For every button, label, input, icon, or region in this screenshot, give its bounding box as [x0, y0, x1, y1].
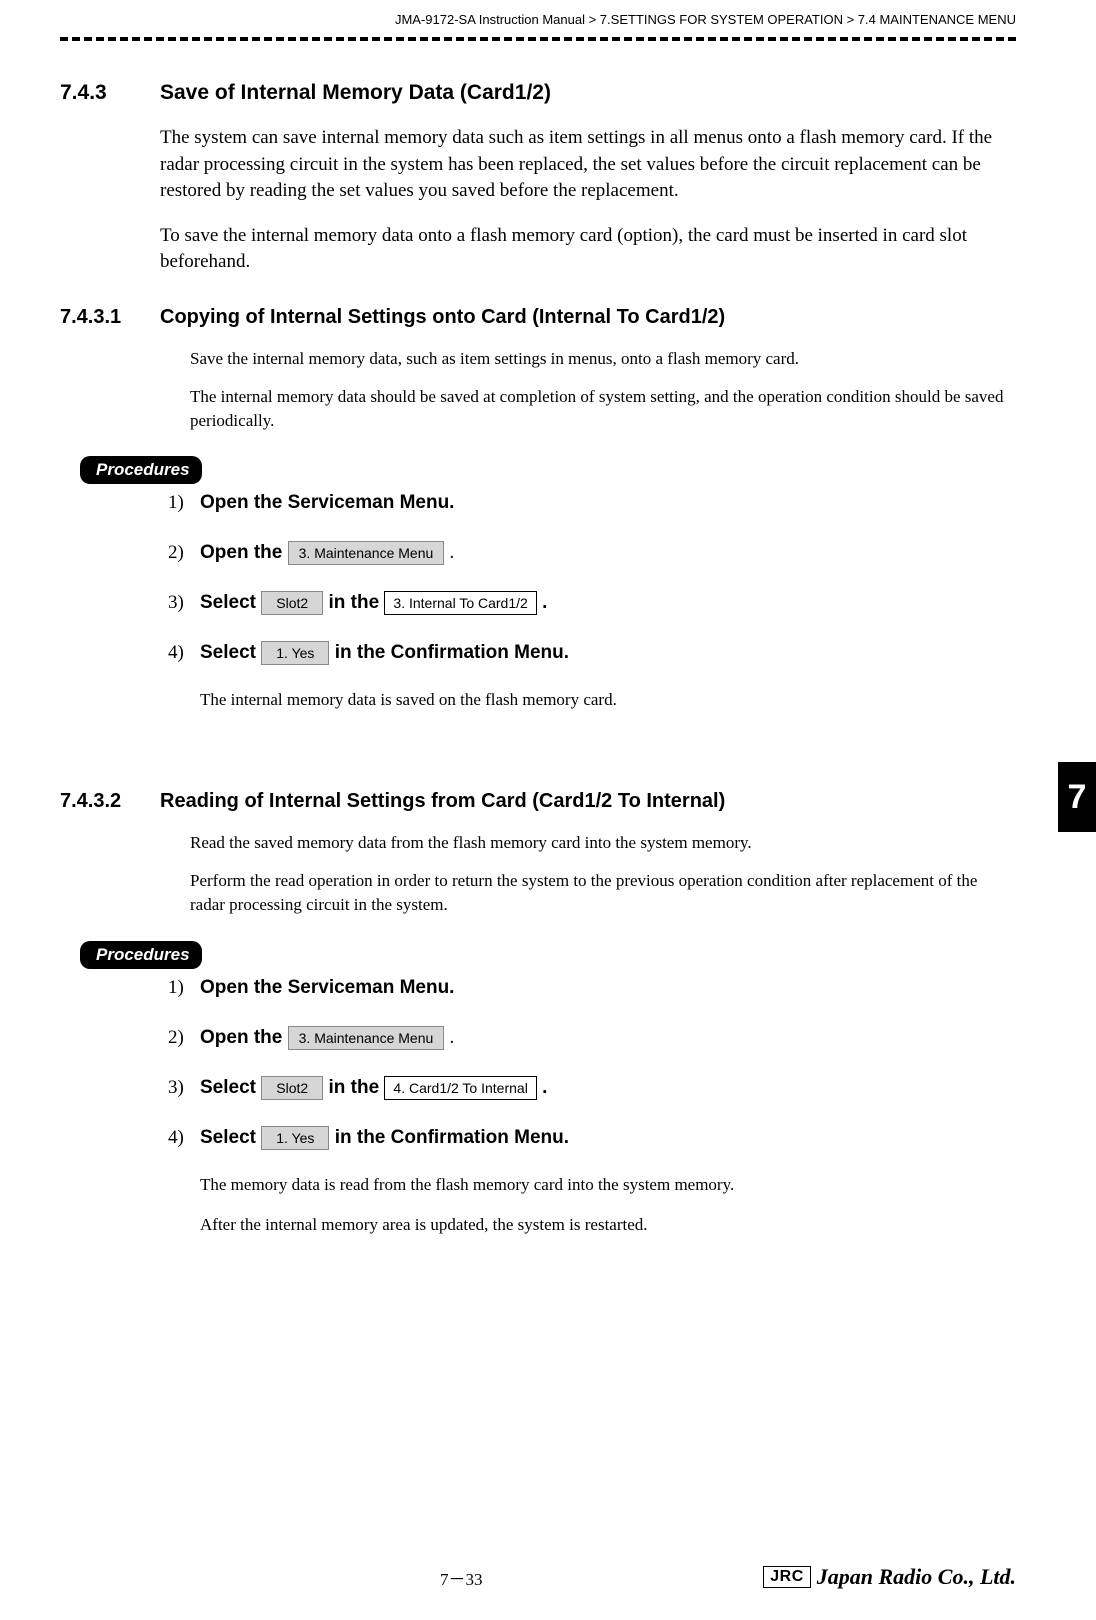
step-text: Open the Serviceman Menu. — [200, 975, 454, 1001]
step-text: in the — [328, 592, 384, 613]
step-text: Select — [200, 1127, 261, 1148]
menu-item-yes: 1. Yes — [261, 1126, 329, 1150]
menu-item-card-to-internal: 4. Card1/2 To Internal — [384, 1076, 536, 1100]
paragraph: Read the saved memory data from the flas… — [190, 831, 1016, 855]
paragraph: To save the internal memory data onto a … — [160, 223, 1016, 276]
page-number: 7－33 — [440, 1565, 483, 1590]
step-number: 1) — [168, 490, 200, 516]
step-text: . — [450, 1027, 455, 1048]
step-text: in the Confirmation Menu. — [335, 1127, 569, 1148]
jrc-script-logo: Japan Radio Co., Ltd. — [817, 1564, 1016, 1590]
step-text: Open the — [200, 1027, 288, 1048]
step-text: . — [450, 542, 455, 563]
paragraph: Save the internal memory data, such as i… — [190, 347, 1016, 371]
menu-item-maintenance: 3. Maintenance Menu — [288, 541, 445, 565]
step-number: 2) — [168, 1025, 200, 1051]
jrc-box-logo: JRC — [763, 1566, 811, 1588]
breadcrumb: JMA-9172-SA Instruction Manual > 7.SETTI… — [60, 0, 1016, 33]
step-number: 4) — [168, 640, 200, 666]
step-text: in the Confirmation Menu. — [335, 642, 569, 663]
divider-dashed — [60, 37, 1016, 41]
step-text: Open the — [200, 542, 288, 563]
paragraph: The internal memory data should be saved… — [190, 385, 1016, 433]
step-1: 1) Open the Serviceman Menu. — [168, 975, 1016, 1001]
step-3: 3) Select Slot2 in the 3. Internal To Ca… — [168, 590, 1016, 616]
paragraph: The system can save internal memory data… — [160, 125, 1016, 205]
menu-item-slot2: Slot2 — [261, 591, 323, 615]
step-number: 4) — [168, 1125, 200, 1151]
menu-item-maintenance: 3. Maintenance Menu — [288, 1026, 445, 1050]
step-2: 2) Open the 3. Maintenance Menu . — [168, 1025, 1016, 1051]
procedures-label: Procedures — [80, 941, 202, 969]
step-text: . — [542, 592, 547, 613]
section-heading-7432: 7.4.3.2 Reading of Internal Settings fro… — [60, 790, 1016, 813]
step-text: Open the Serviceman Menu. — [200, 490, 454, 516]
section-heading-7431: 7.4.3.1 Copying of Internal Settings ont… — [60, 306, 1016, 329]
section-number: 7.4.3 — [60, 81, 160, 105]
brand-logo: JRC Japan Radio Co., Ltd. — [763, 1564, 1016, 1590]
step-number: 3) — [168, 1075, 200, 1101]
section-title-text: Reading of Internal Settings from Card (… — [160, 790, 725, 813]
step-text: . — [542, 1077, 547, 1098]
step-1: 1) Open the Serviceman Menu. — [168, 490, 1016, 516]
section-heading-743: 7.4.3 Save of Internal Memory Data (Card… — [60, 81, 1016, 105]
step-2: 2) Open the 3. Maintenance Menu . — [168, 540, 1016, 566]
step-number: 3) — [168, 590, 200, 616]
section-title-text: Save of Internal Memory Data (Card1/2) — [160, 81, 551, 105]
note-text: After the internal memory area is update… — [200, 1215, 1016, 1235]
step-number: 1) — [168, 975, 200, 1001]
step-4: 4) Select 1. Yes in the Confirmation Men… — [168, 640, 1016, 666]
chapter-tab: 7 — [1058, 762, 1096, 832]
step-text: Select — [200, 1077, 261, 1098]
section-number: 7.4.3.2 — [60, 790, 160, 813]
procedures-label: Procedures — [80, 456, 202, 484]
step-text: in the — [328, 1077, 384, 1098]
menu-item-yes: 1. Yes — [261, 641, 329, 665]
note-text: The internal memory data is saved on the… — [200, 690, 1016, 710]
page-footer: 7－33 JRC Japan Radio Co., Ltd. — [60, 1564, 1016, 1590]
step-4: 4) Select 1. Yes in the Confirmation Men… — [168, 1125, 1016, 1151]
menu-item-internal-to-card: 3. Internal To Card1/2 — [384, 591, 536, 615]
section-title-text: Copying of Internal Settings onto Card (… — [160, 306, 725, 329]
menu-item-slot2: Slot2 — [261, 1076, 323, 1100]
step-number: 2) — [168, 540, 200, 566]
section-number: 7.4.3.1 — [60, 306, 160, 329]
paragraph: Perform the read operation in order to r… — [190, 869, 1016, 917]
step-text: Select — [200, 592, 261, 613]
step-text: Select — [200, 642, 261, 663]
step-3: 3) Select Slot2 in the 4. Card1/2 To Int… — [168, 1075, 1016, 1101]
note-text: The memory data is read from the flash m… — [200, 1175, 1016, 1195]
